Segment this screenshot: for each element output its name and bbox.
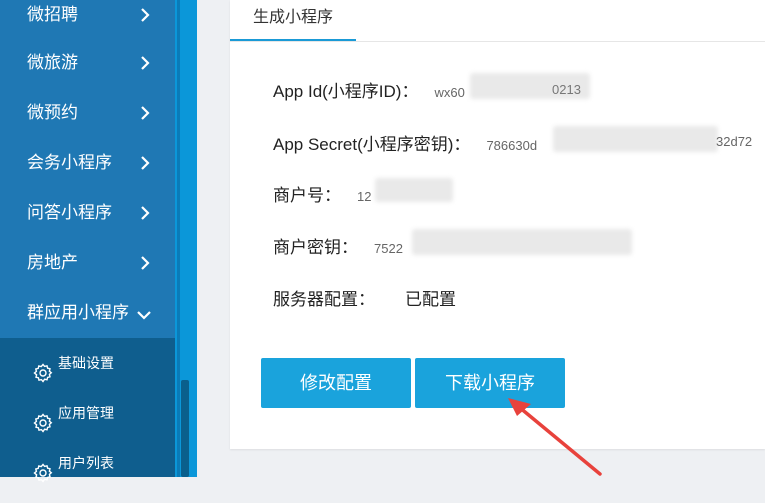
sidebar-item-group-app[interactable]: 群应用小程序: [0, 288, 175, 338]
field-app-secret: App Secret(小程序密钥)： 786630d: [273, 130, 537, 155]
sidebar-subitem-app-management[interactable]: 应用管理: [0, 388, 175, 438]
field-label: 服务器配置：: [273, 290, 375, 309]
sidebar-item-label: 群应用小程序: [27, 303, 129, 322]
app-id-value: wx60: [434, 85, 465, 100]
gear-icon: [33, 453, 53, 483]
gear-icon: [33, 353, 53, 383]
sidebar-item-travel[interactable]: 微旅游: [0, 38, 175, 88]
field-merchant-no: 商户号： 12: [273, 181, 371, 206]
config-panel: 生成小程序 App Id(小程序ID)： wx60 0213 App Secret…: [230, 0, 765, 449]
app-secret-value: 786630d: [486, 138, 538, 153]
merchant-key-value: 7522: [374, 241, 403, 256]
chevron-right-icon: [140, 138, 154, 188]
sidebar-subitem-basic-settings[interactable]: 基础设置: [0, 338, 175, 388]
field-label: App Secret(小程序密钥)：: [273, 135, 471, 154]
redaction-blur: [412, 229, 632, 255]
sidebar-subitem-label: 应用管理: [58, 405, 114, 421]
field-label: App Id(小程序ID)：: [273, 82, 419, 101]
sidebar-item-label: 房地产: [27, 253, 78, 272]
sidebar-subitem-label: 用户列表: [58, 455, 114, 471]
app-secret-value-tail: 32d72: [716, 134, 753, 149]
chevron-right-icon: [140, 188, 154, 238]
merchant-no-value: 12: [357, 189, 372, 204]
field-app-id: App Id(小程序ID)： wx60: [273, 77, 465, 102]
sidebar-item-label: 微预约: [27, 103, 78, 122]
sidebar-item-conference[interactable]: 会务小程序: [0, 138, 175, 188]
server-config-value: 已配置: [405, 290, 456, 309]
sidebar-item-real-estate[interactable]: 房地产: [0, 238, 175, 288]
chevron-right-icon: [140, 238, 154, 288]
app-id-value-tail: 0213: [552, 82, 581, 97]
sidebar-item-label: 微招聘: [27, 5, 78, 24]
sidebar-subitem-label: 基础设置: [58, 355, 114, 371]
field-label: 商户号：: [273, 186, 341, 205]
gear-icon: [33, 403, 53, 433]
tab-generate-mini-program[interactable]: 生成小程序: [230, 0, 356, 41]
sidebar-item-label: 微旅游: [27, 53, 78, 72]
chevron-down-icon: [137, 288, 151, 338]
scrollbar-track: [177, 0, 180, 477]
sidebar-item-recruit[interactable]: 微招聘: [0, 0, 175, 40]
tab-bar: 生成小程序: [230, 0, 765, 42]
field-merchant-key: 商户密钥： 7522: [273, 233, 403, 258]
sidebar-submenu: 基础设置 应用管理 用户列表: [0, 338, 175, 483]
chevron-right-icon: [140, 88, 154, 138]
chevron-right-icon: [140, 0, 154, 40]
redaction-blur: [553, 126, 718, 152]
field-label: 商户密钥：: [273, 238, 358, 257]
sidebar-item-label: 会务小程序: [27, 153, 112, 172]
annotation-arrow-icon: [508, 398, 602, 476]
sidebar-item-booking[interactable]: 微预约: [0, 88, 175, 138]
chevron-right-icon: [140, 38, 154, 88]
sidebar-item-label: 问答小程序: [27, 203, 112, 222]
scrollbar-thumb[interactable]: [181, 380, 189, 477]
field-server-config: 服务器配置： 已配置: [273, 285, 456, 310]
sidebar-subitem-user-list[interactable]: 用户列表: [0, 438, 175, 488]
sidebar: 微招聘 微旅游 微预约 会务小程序 问答小程序 房地产 群应用小程序 基础设置 …: [0, 0, 175, 483]
redaction-blur: [375, 178, 453, 202]
modify-config-button[interactable]: 修改配置: [261, 358, 411, 408]
sidebar-item-qa[interactable]: 问答小程序: [0, 188, 175, 238]
